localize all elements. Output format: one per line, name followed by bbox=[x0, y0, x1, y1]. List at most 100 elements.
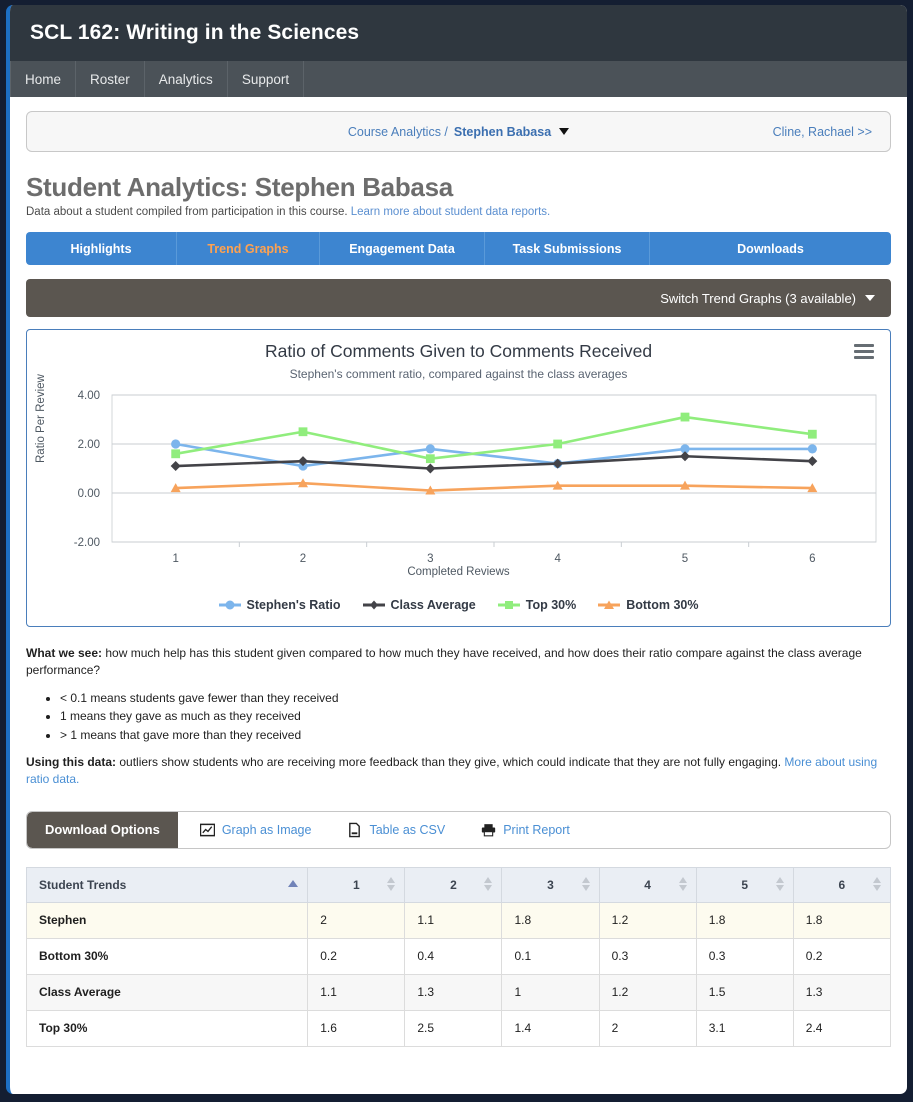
svg-text:5: 5 bbox=[682, 553, 688, 565]
column-label: 4 bbox=[644, 877, 651, 892]
column-label: 2 bbox=[450, 877, 457, 892]
table-cell: 1.2 bbox=[598, 973, 697, 1011]
row-label: Stephen bbox=[25, 901, 309, 939]
nav-item-analytics[interactable]: Analytics bbox=[145, 61, 228, 97]
legend-item-stephens-ratio[interactable]: Stephen's Ratio bbox=[218, 598, 341, 612]
nav-item-roster[interactable]: Roster bbox=[76, 61, 145, 97]
legend-item-bottom-30[interactable]: Bottom 30% bbox=[598, 598, 698, 612]
breadcrumb-parent-link[interactable]: Course Analytics / bbox=[348, 125, 448, 139]
column-label: 6 bbox=[838, 877, 846, 892]
using-this-data-paragraph: Using this data: outliers show students … bbox=[26, 754, 891, 789]
table-cell: 1.2 bbox=[598, 901, 697, 939]
table-cell: 0.4 bbox=[404, 937, 503, 975]
table-row: Bottom 30% 0.2 0.4 0.1 0.3 0.3 0.2 bbox=[25, 937, 892, 975]
site-title: SCL 162: Writing in the Sciences bbox=[30, 21, 360, 44]
using-this-data-text: outliers show students who are receiving… bbox=[116, 754, 785, 769]
table-cell: 2.5 bbox=[404, 1009, 503, 1047]
table-cell: 1.3 bbox=[792, 973, 892, 1011]
download-options-button[interactable]: Download Options bbox=[27, 811, 178, 848]
chart-title: Ratio of Comments Given to Comments Rece… bbox=[264, 341, 653, 361]
table-header-row: Student Trends 1 2 3 4 5 6 bbox=[25, 866, 892, 903]
table-as-csv-button[interactable]: Table as CSV bbox=[325, 812, 459, 848]
tab-trend-graphs[interactable]: Trend Graphs bbox=[177, 232, 320, 265]
svg-text:1: 1 bbox=[172, 553, 178, 565]
nav-item-home[interactable]: Home bbox=[10, 61, 77, 97]
column-header-2[interactable]: 2 bbox=[404, 866, 503, 903]
column-header-student-trends[interactable]: Student Trends bbox=[25, 866, 309, 903]
chart-image-icon bbox=[199, 823, 215, 837]
table-cell: 2 bbox=[307, 901, 406, 939]
column-label: 5 bbox=[741, 877, 749, 892]
svg-text:6: 6 bbox=[809, 553, 815, 565]
table-cell: 1.8 bbox=[695, 901, 794, 939]
table-cell: 1 bbox=[501, 973, 600, 1011]
sort-icon bbox=[873, 876, 881, 891]
chevron-down-icon[interactable] bbox=[559, 128, 570, 135]
column-header-6[interactable]: 6 bbox=[792, 866, 892, 903]
what-we-see-label: What we see: bbox=[26, 646, 103, 660]
chart-subtitle: Stephen's comment ratio, compared agains… bbox=[289, 367, 628, 381]
table-cell: 0.2 bbox=[792, 937, 892, 975]
table-cell: 0.2 bbox=[307, 937, 406, 975]
legend-item-top-30[interactable]: Top 30% bbox=[497, 598, 577, 612]
legend-label: Stephen's Ratio bbox=[246, 598, 341, 612]
svg-text:2.00: 2.00 bbox=[78, 439, 100, 451]
svg-text:3: 3 bbox=[427, 553, 433, 565]
legend-label: Class Average bbox=[390, 598, 476, 612]
column-header-4[interactable]: 4 bbox=[598, 866, 697, 903]
table-cell: 0.1 bbox=[501, 937, 600, 975]
content-area: Course Analytics / Stephen Babasa Cline,… bbox=[10, 111, 907, 1047]
sort-icon bbox=[678, 876, 687, 891]
chart-legend: Stephen's Ratio Class Average Top 30% Bo… bbox=[27, 598, 890, 612]
graph-as-image-button[interactable]: Graph as Image bbox=[178, 812, 326, 848]
legend-label: Bottom 30% bbox=[626, 598, 699, 612]
svg-text:4: 4 bbox=[554, 553, 561, 565]
list-item: < 0.1 means students gave fewer than the… bbox=[60, 690, 891, 707]
column-label: 3 bbox=[547, 877, 554, 892]
download-label: Print Report bbox=[503, 822, 570, 837]
sort-icon bbox=[484, 876, 493, 891]
breadcrumb: Course Analytics / Stephen Babasa Cline,… bbox=[26, 111, 891, 152]
sort-ascending-icon bbox=[288, 879, 299, 887]
tab-task-submissions[interactable]: Task Submissions bbox=[485, 232, 650, 265]
table-cell: 1.8 bbox=[501, 901, 600, 939]
next-student-link[interactable]: Cline, Rachael >> bbox=[773, 125, 872, 139]
site-header: SCL 162: Writing in the Sciences bbox=[10, 5, 907, 61]
svg-text:2: 2 bbox=[300, 553, 306, 565]
page-frame: SCL 162: Writing in the Sciences Home Ro… bbox=[0, 0, 913, 1102]
tab-engagement-data[interactable]: Engagement Data bbox=[320, 232, 485, 265]
breadcrumb-current-student[interactable]: Stephen Babasa bbox=[454, 125, 551, 139]
svg-text:0.00: 0.00 bbox=[78, 488, 100, 500]
learn-more-link[interactable]: Learn more about student data reports. bbox=[351, 206, 550, 218]
breadcrumb-center: Course Analytics / Stephen Babasa bbox=[27, 125, 890, 139]
list-item: > 1 means that gave more than they recei… bbox=[60, 727, 891, 744]
switch-trend-graphs-button[interactable]: Switch Trend Graphs (3 available) bbox=[26, 279, 891, 317]
nav-item-support[interactable]: Support bbox=[228, 61, 305, 97]
column-header-5[interactable]: 5 bbox=[695, 866, 794, 903]
sort-icon bbox=[387, 876, 396, 891]
table-cell: 3.1 bbox=[695, 1009, 794, 1047]
table-row: Top 30% 1.6 2.5 1.4 2 3.1 2.4 bbox=[25, 1009, 892, 1047]
chart-plot-area: Ratio Per Review Completed Reviews 4.00 2… bbox=[27, 374, 890, 587]
legend-item-class-average[interactable]: Class Average bbox=[362, 598, 476, 612]
table-cell: 1.8 bbox=[792, 901, 892, 939]
table-cell: 0.3 bbox=[695, 937, 794, 975]
tab-highlights[interactable]: Highlights bbox=[26, 232, 177, 265]
table-cell: 1.3 bbox=[404, 973, 503, 1011]
student-trends-table: Student Trends 1 2 3 4 5 6 Stephen 2 1.1… bbox=[25, 866, 892, 1047]
print-report-button[interactable]: Print Report bbox=[459, 812, 584, 848]
row-label: Top 30% bbox=[25, 1009, 309, 1047]
legend-marker-diamond-icon bbox=[362, 600, 385, 610]
main-nav: Home Roster Analytics Support bbox=[10, 61, 907, 97]
what-we-see-text: how much help has this student given com… bbox=[26, 646, 862, 678]
sort-icon bbox=[581, 876, 590, 891]
column-header-3[interactable]: 3 bbox=[501, 866, 600, 903]
column-header-1[interactable]: 1 bbox=[307, 866, 406, 903]
table-header: Student Trends 1 2 3 4 5 6 bbox=[25, 866, 892, 903]
legend-label: Top 30% bbox=[525, 598, 577, 612]
svg-text:-2.00: -2.00 bbox=[74, 537, 100, 549]
table-cell: 1.4 bbox=[501, 1009, 600, 1047]
row-label: Class Average bbox=[25, 973, 309, 1011]
chart-menu-icon[interactable] bbox=[854, 344, 874, 362]
tab-downloads[interactable]: Downloads bbox=[650, 232, 891, 265]
